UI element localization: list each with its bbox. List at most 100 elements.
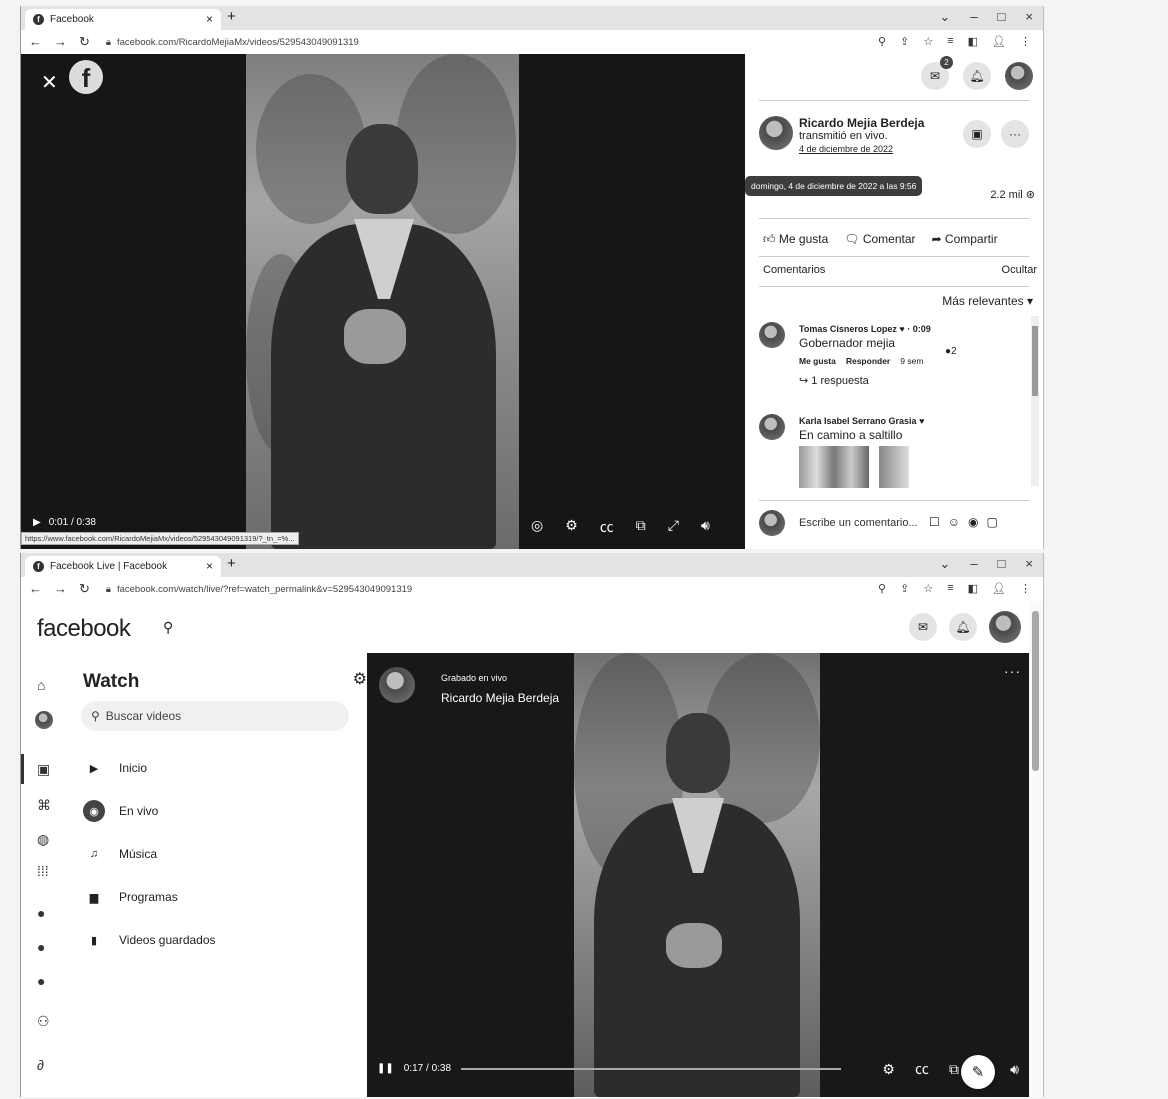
group-icon[interactable]: ● (37, 973, 45, 989)
notifications-button[interactable]: 🔔︎ (949, 613, 977, 641)
gif-icon[interactable]: ▢ (987, 515, 998, 529)
comments-scrollbar[interactable] (1031, 316, 1039, 486)
like-button[interactable]: 👍︎ Me gusta (763, 232, 828, 247)
comment-reply-link[interactable]: Responder (846, 356, 890, 366)
reload-icon[interactable]: ↻ (79, 581, 90, 597)
emoji-icon[interactable]: ☺ (948, 515, 960, 529)
scroll-thumb[interactable] (1032, 611, 1039, 771)
messenger-button[interactable]: ✉ (909, 613, 937, 641)
profile-icon[interactable]: 👤︎ (992, 35, 1006, 48)
bookmark-star-icon[interactable]: ☆ (923, 35, 933, 48)
more-options-icon[interactable]: ··· (1004, 663, 1021, 679)
link-icon[interactable]: ∂ (37, 1057, 44, 1073)
comment-button[interactable]: 🗨︎ Comentar (844, 232, 915, 247)
bookmark-star-icon[interactable]: ☆ (923, 582, 933, 595)
minimize-icon[interactable]: – (970, 9, 977, 25)
comment-input[interactable]: Escribe un comentario... (799, 517, 918, 529)
url-text[interactable]: facebook.com/RicardoMejiaMx/videos/52954… (117, 37, 359, 48)
back-icon[interactable]: ← (29, 34, 42, 50)
poster-name[interactable]: Ricardo Mejia Berdeja (799, 116, 924, 130)
share-button[interactable]: ➦ Compartir (932, 232, 998, 247)
profile-avatar-icon[interactable] (35, 711, 53, 729)
volume-icon[interactable]: 🔊︎ (1010, 1061, 1019, 1078)
compose-message-button[interactable]: ✎ (961, 1055, 995, 1089)
play-icon[interactable]: ▶ (33, 517, 41, 528)
nav-item-programas[interactable]: ▆ Programas (83, 886, 178, 908)
comment-image[interactable] (799, 446, 909, 488)
more-options-button[interactable]: ··· (1001, 120, 1029, 148)
page-scrollbar[interactable] (1029, 601, 1043, 1097)
settings-gear-icon[interactable]: ⚙ (882, 1061, 895, 1078)
reading-list-icon[interactable]: ≡ (947, 582, 953, 595)
back-icon[interactable]: ← (29, 581, 42, 597)
forward-icon[interactable]: → (54, 34, 67, 50)
watch-settings-gear-icon[interactable]: ⚙ (353, 669, 367, 689)
nav-item-en-vivo[interactable]: ◉ En vivo (83, 800, 158, 822)
close-video-icon[interactable]: ✕ (41, 70, 58, 95)
pip-icon[interactable]: ⧉ (636, 517, 646, 537)
header-search-icon[interactable]: ⚲ (163, 619, 173, 636)
reload-icon[interactable]: ↻ (79, 34, 90, 50)
restore-icon[interactable]: □ (998, 9, 1006, 25)
profile-icon[interactable]: 👤︎ (992, 582, 1006, 595)
save-button[interactable]: ▣ (963, 120, 991, 148)
view-replies-link[interactable]: ↪ 1 respuesta (799, 374, 869, 387)
tab-search-icon[interactable]: ⌄ (939, 556, 950, 572)
reading-list-icon[interactable]: ≡ (947, 35, 953, 48)
menu-icon[interactable]: ⋮ (1020, 35, 1031, 48)
minimize-icon[interactable]: – (970, 556, 977, 572)
sticker-icon[interactable]: ☐ (929, 515, 940, 529)
gaming-icon[interactable]: ◍ (37, 831, 49, 848)
new-tab-icon[interactable]: + (227, 555, 236, 572)
fullscreen-icon[interactable]: ⤢ (668, 517, 679, 537)
facebook-wordmark[interactable]: facebook (37, 615, 131, 643)
zoom-icon[interactable]: ⚲ (878, 35, 886, 48)
group-icon[interactable]: ● (37, 939, 45, 955)
side-panel-icon[interactable]: ◧ (968, 35, 978, 48)
live-video-player[interactable]: Grabado en vivo Ricardo Mejia Berdeja ··… (367, 653, 1029, 1097)
share-page-icon[interactable]: ⇪ (900, 35, 909, 48)
close-window-icon[interactable]: × (1025, 556, 1033, 572)
url-text[interactable]: facebook.com/watch/live/?ref=watch_perma… (117, 584, 412, 595)
comment-sort-dropdown[interactable]: Más relevantes ▾ (942, 294, 1033, 308)
captions-speech-icon[interactable]: ◎ (531, 517, 543, 537)
comment-photo[interactable] (879, 446, 909, 488)
nav-item-musica[interactable]: ♫ Música (83, 843, 157, 865)
group-icon[interactable]: ● (37, 905, 45, 921)
commenter-name[interactable]: Karla Isabel Serrano Grasia ♥ (799, 416, 924, 426)
home-icon[interactable]: ⌂ (37, 677, 45, 693)
new-tab-icon[interactable]: + (227, 8, 236, 25)
restore-icon[interactable]: □ (998, 556, 1006, 572)
friends-icon[interactable]: ⚇ (37, 1013, 50, 1030)
share-page-icon[interactable]: ⇪ (900, 582, 909, 595)
broadcaster-avatar[interactable] (379, 667, 415, 703)
scroll-thumb[interactable] (1032, 326, 1038, 396)
search-videos-input[interactable]: ⚲ Buscar videos (81, 701, 349, 731)
close-tab-icon[interactable]: × (206, 12, 213, 26)
commenter-avatar[interactable] (759, 322, 785, 348)
camera-icon[interactable]: ◉ (968, 515, 978, 529)
poster-avatar[interactable] (759, 116, 793, 150)
watch-icon[interactable]: ▣ (37, 761, 50, 778)
menu-icon[interactable]: ⋮ (1020, 582, 1031, 595)
commenter-name[interactable]: Tomas Cisneros Lopez ♥ · 0:09 (799, 324, 931, 334)
close-window-icon[interactable]: × (1025, 9, 1033, 25)
side-panel-icon[interactable]: ◧ (968, 582, 978, 595)
video-stage[interactable]: ✕ f ▶ 0:01 / 0:38 ◎ ⚙ ㏄ ⧉ ⤢ 🔊︎ (21, 54, 745, 549)
nav-item-videos-guardados[interactable]: ▮ Videos guardados (83, 929, 216, 951)
volume-icon[interactable]: 🔊︎ (701, 517, 710, 537)
account-avatar[interactable] (1005, 62, 1033, 90)
commenter-avatar[interactable] (759, 414, 785, 440)
notifications-button[interactable]: 🔔︎ (963, 62, 991, 90)
close-tab-icon[interactable]: × (206, 559, 213, 573)
settings-gear-icon[interactable]: ⚙ (565, 517, 578, 537)
account-avatar[interactable] (989, 611, 1021, 643)
tab-search-icon[interactable]: ⌄ (939, 9, 950, 25)
marketplace-icon[interactable]: ⌘ (37, 797, 51, 814)
cc-icon[interactable]: ㏄ (600, 517, 614, 537)
pause-icon[interactable]: ❚❚ (377, 1063, 394, 1074)
apps-grid-icon[interactable]: ⁞⁞⁞ (37, 863, 49, 879)
forward-icon[interactable]: → (54, 581, 67, 597)
messenger-button[interactable]: ✉ 2 (921, 56, 953, 90)
nav-item-inicio[interactable]: ▶ Inicio (83, 757, 147, 779)
